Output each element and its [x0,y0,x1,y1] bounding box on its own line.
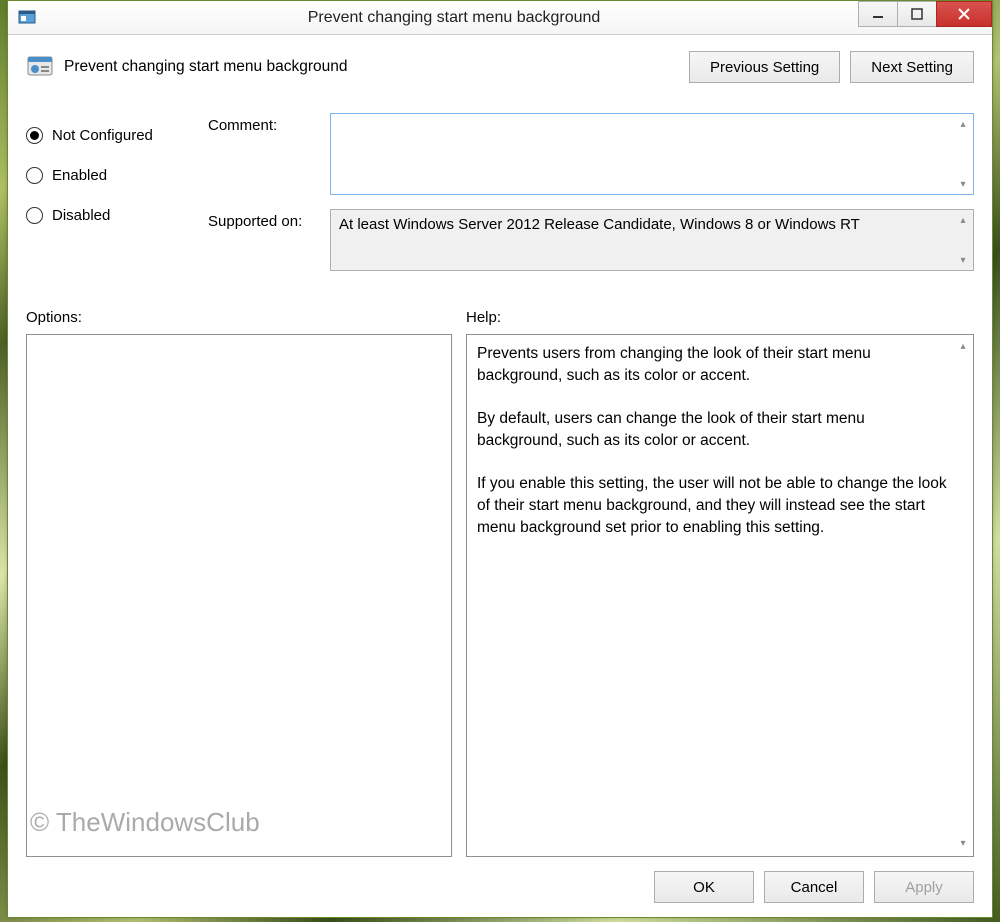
supported-label: Supported on: [208,209,330,271]
comment-label: Comment: [208,113,330,195]
comment-input[interactable]: ▴ ▾ [330,113,974,195]
comment-row: Comment: ▴ ▾ [208,113,974,195]
pane-labels: Options: Help: [26,309,974,326]
fields-column: Comment: ▴ ▾ Supported on: At least Wind… [208,113,974,285]
scroll-down-icon: ▾ [953,174,973,194]
apply-button[interactable]: Apply [874,871,974,903]
scroll-up-icon: ▴ [953,114,973,134]
dialog-window: Prevent changing start menu background [7,0,993,918]
panes-row: Prevents users from changing the look of… [26,334,974,857]
window-title: Prevent changing start menu background [0,9,992,27]
client-area: Prevent changing start menu background P… [8,35,992,917]
help-label: Help: [466,309,501,326]
maximize-button[interactable] [897,1,937,27]
previous-setting-button[interactable]: Previous Setting [689,51,840,83]
titlebar: Prevent changing start menu background [8,1,992,35]
window-controls [859,1,992,27]
next-setting-button[interactable]: Next Setting [850,51,974,83]
scroll-down-icon: ▾ [953,250,973,270]
radio-not-configured[interactable]: Not Configured [26,115,208,155]
radio-icon [26,167,43,184]
radio-disabled[interactable]: Disabled [26,195,208,235]
supported-display: At least Windows Server 2012 Release Can… [330,209,974,271]
scroll-down-icon: ▾ [953,834,973,854]
radio-icon [26,127,43,144]
cancel-button[interactable]: Cancel [764,871,864,903]
help-pane: Prevents users from changing the look of… [466,334,974,857]
supported-value: At least Windows Server 2012 Release Can… [339,216,860,233]
policy-title: Prevent changing start menu background [64,58,689,76]
options-pane [26,334,452,857]
radio-group: Not Configured Enabled Disabled [26,113,208,285]
options-label: Options: [26,309,466,326]
radio-enabled[interactable]: Enabled [26,155,208,195]
radio-label: Disabled [52,207,110,224]
footer: OK Cancel Apply [26,871,974,903]
supported-row: Supported on: At least Windows Server 20… [208,209,974,271]
config-area: Not Configured Enabled Disabled Comment: [26,113,974,285]
minimize-button[interactable] [858,1,898,27]
supported-scrollbar[interactable]: ▴ ▾ [953,210,973,270]
scroll-up-icon: ▴ [953,210,973,230]
comment-scrollbar[interactable]: ▴ ▾ [953,114,973,194]
close-button[interactable] [936,1,992,27]
header-row: Prevent changing start menu background P… [26,51,974,83]
help-scrollbar[interactable]: ▴ ▾ [953,337,971,854]
radio-label: Not Configured [52,127,153,144]
policy-icon [26,53,54,81]
scroll-up-icon: ▴ [953,337,973,357]
ok-button[interactable]: OK [654,871,754,903]
help-text: Prevents users from changing the look of… [477,345,951,536]
nav-buttons: Previous Setting Next Setting [689,51,974,83]
radio-label: Enabled [52,167,107,184]
radio-icon [26,207,43,224]
